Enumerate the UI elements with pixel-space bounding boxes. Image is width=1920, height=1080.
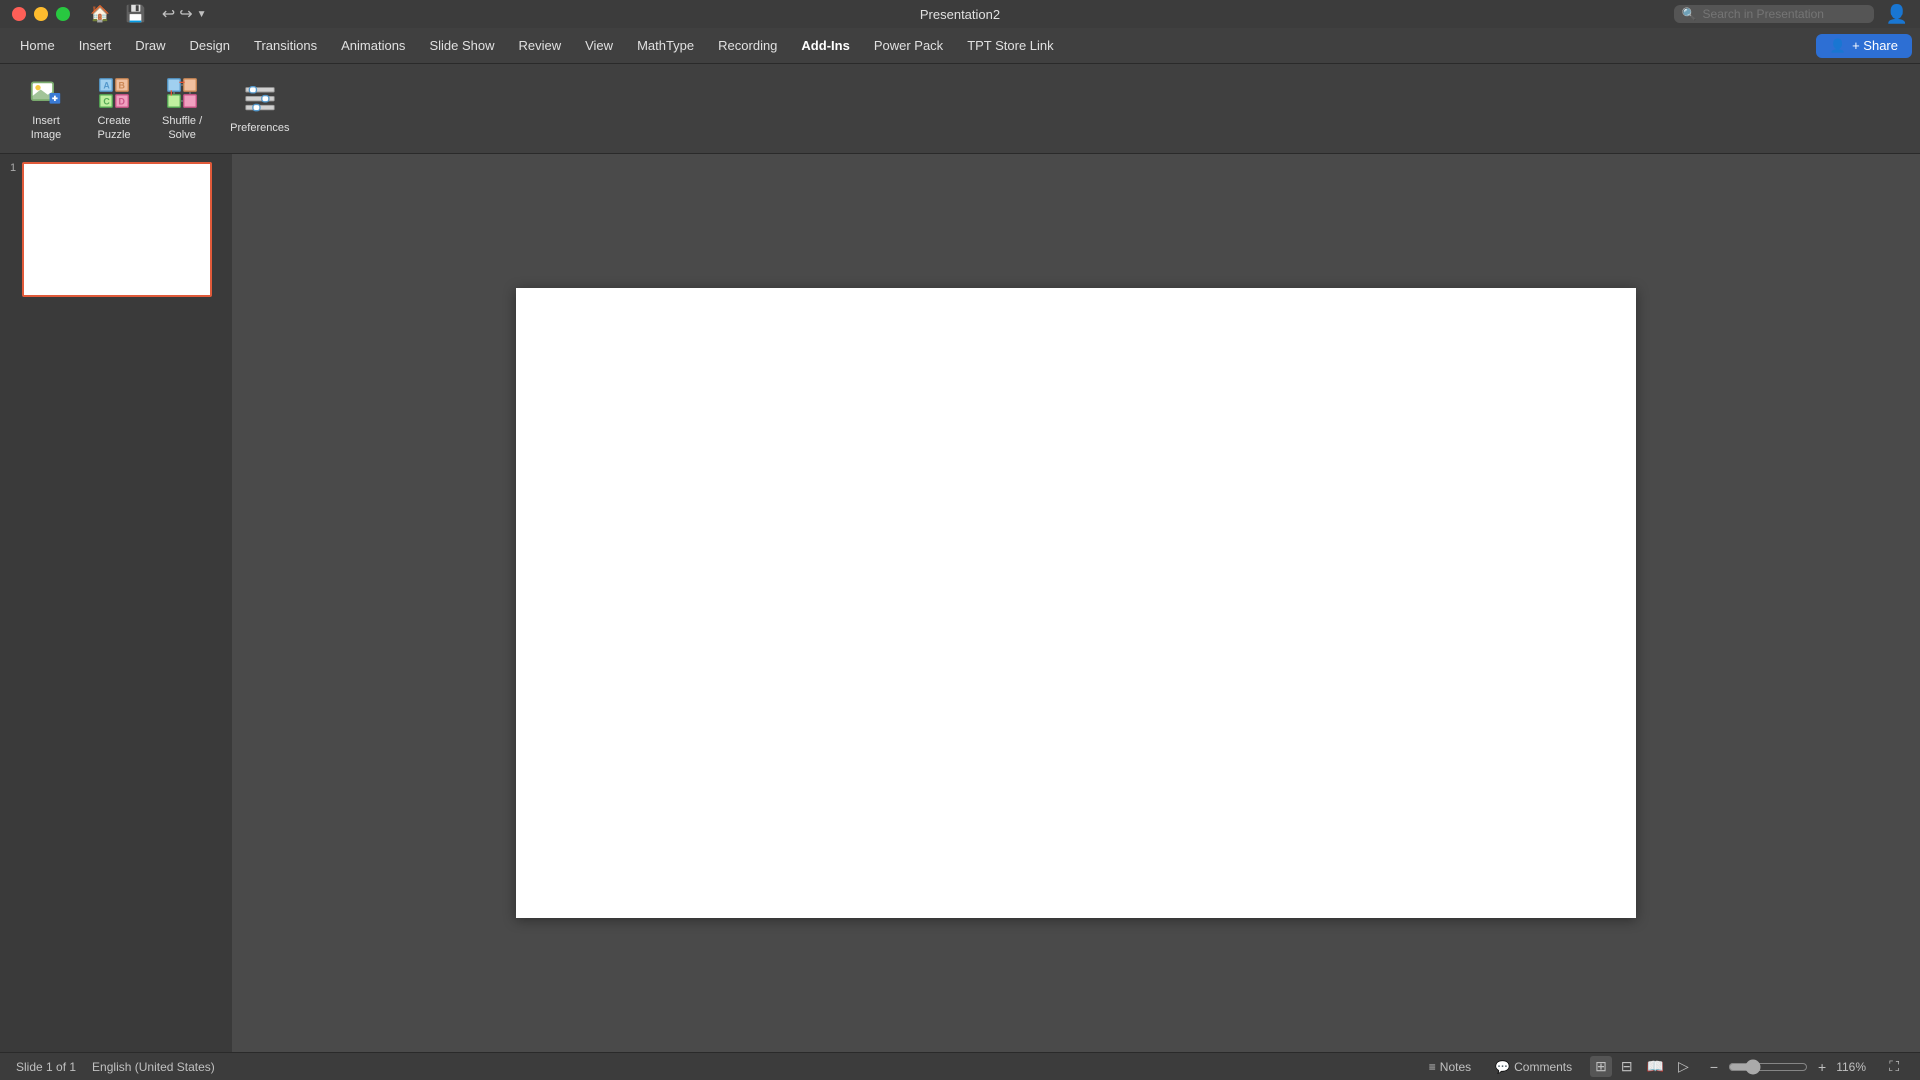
save-icon[interactable]: 💾 bbox=[126, 4, 146, 24]
svg-text:D: D bbox=[118, 97, 125, 107]
slide-panel: 1 bbox=[0, 154, 232, 1052]
shuffle-solve-label: Shuffle /Solve bbox=[162, 115, 202, 141]
menu-insert[interactable]: Insert bbox=[67, 34, 124, 57]
menu-recording[interactable]: Recording bbox=[706, 34, 789, 57]
undo-redo-group: ↩ ↪ ▼ bbox=[162, 4, 207, 24]
notes-label: Notes bbox=[1440, 1060, 1471, 1074]
share-button[interactable]: 👤 + Share bbox=[1816, 34, 1912, 58]
menu-mathtype[interactable]: MathType bbox=[625, 34, 706, 57]
notes-icon: ≡ bbox=[1429, 1060, 1436, 1074]
insert-image-label: InsertImage bbox=[31, 115, 62, 141]
fit-window-btn[interactable]: ⛶ bbox=[1884, 1056, 1904, 1077]
normal-view-btn[interactable]: ⊞ bbox=[1590, 1056, 1612, 1077]
insert-image-icon bbox=[28, 75, 64, 111]
search-input[interactable] bbox=[1703, 7, 1863, 21]
menu-bar: Home Insert Draw Design Transitions Anim… bbox=[0, 28, 1920, 64]
ribbon-insert-image[interactable]: InsertImage bbox=[16, 69, 76, 147]
comments-icon: 💬 bbox=[1495, 1060, 1510, 1074]
reading-view-btn[interactable]: 📖 bbox=[1642, 1056, 1669, 1077]
window-title: Presentation2 bbox=[920, 7, 1000, 22]
menu-slideshow[interactable]: Slide Show bbox=[417, 34, 506, 57]
maximize-button[interactable] bbox=[56, 7, 70, 21]
zoom-out-button[interactable]: − bbox=[1706, 1059, 1722, 1075]
presenter-view-btn[interactable]: ▷ bbox=[1673, 1056, 1694, 1077]
menu-home[interactable]: Home bbox=[8, 34, 67, 57]
close-button[interactable] bbox=[12, 7, 26, 21]
preferences-icon bbox=[242, 82, 278, 118]
menu-animations[interactable]: Animations bbox=[329, 34, 417, 57]
redo-icon[interactable]: ↪ bbox=[179, 4, 192, 24]
slide-canvas[interactable] bbox=[516, 288, 1636, 918]
undo-icon[interactable]: ↩ bbox=[162, 4, 175, 24]
minimize-button[interactable] bbox=[34, 7, 48, 21]
view-buttons: ⊞ ⊟ 📖 ▷ bbox=[1590, 1056, 1694, 1077]
slide-sorter-btn[interactable]: ⊟ bbox=[1616, 1056, 1638, 1077]
menu-view[interactable]: View bbox=[573, 34, 625, 57]
create-puzzle-icon: A B C D bbox=[96, 75, 132, 111]
slide-number: 1 bbox=[10, 162, 16, 174]
canvas-area bbox=[232, 154, 1920, 1052]
notes-button[interactable]: ≡ Notes bbox=[1423, 1058, 1477, 1076]
status-left: Slide 1 of 1 English (United States) bbox=[16, 1060, 215, 1074]
menu-transitions[interactable]: Transitions bbox=[242, 34, 329, 57]
title-bar-right: 🔍 👤 bbox=[1674, 4, 1908, 25]
menu-right: 👤 + Share bbox=[1816, 34, 1912, 58]
ribbon: InsertImage A B C D CreatePuzzle bbox=[0, 64, 1920, 154]
preferences-label: Preferences bbox=[230, 122, 289, 135]
search-icon: 🔍 bbox=[1682, 7, 1697, 21]
ribbon-preferences[interactable]: Preferences bbox=[220, 76, 299, 141]
comments-button[interactable]: 💬 Comments bbox=[1489, 1058, 1578, 1076]
create-puzzle-label: CreatePuzzle bbox=[97, 115, 130, 141]
language-info: English (United States) bbox=[92, 1060, 215, 1074]
share-icon: 👤 bbox=[1830, 38, 1846, 54]
undo-dropdown-icon[interactable]: ▼ bbox=[197, 9, 207, 20]
title-bar-icons: 🏠 💾 ↩ ↪ ▼ bbox=[90, 4, 207, 24]
menu-addins[interactable]: Add-Ins bbox=[789, 34, 861, 57]
svg-text:A: A bbox=[103, 81, 110, 91]
window-controls bbox=[12, 7, 70, 21]
svg-text:C: C bbox=[103, 97, 110, 107]
title-bar: 🏠 💾 ↩ ↪ ▼ Presentation2 🔍 👤 bbox=[0, 0, 1920, 28]
menu-design[interactable]: Design bbox=[178, 34, 242, 57]
status-right: ≡ Notes 💬 Comments ⊞ ⊟ 📖 ▷ − + 116% ⛶ bbox=[1423, 1056, 1904, 1077]
main-content: 1 bbox=[0, 154, 1920, 1052]
slide-thumbnail-1[interactable] bbox=[22, 162, 212, 297]
zoom-in-button[interactable]: + bbox=[1814, 1059, 1830, 1075]
menu-tptstorelink[interactable]: TPT Store Link bbox=[955, 34, 1065, 57]
svg-text:B: B bbox=[118, 81, 124, 91]
home-icon[interactable]: 🏠 bbox=[90, 4, 110, 24]
menu-draw[interactable]: Draw bbox=[123, 34, 177, 57]
slide-list-item: 1 bbox=[8, 162, 224, 297]
search-box[interactable]: 🔍 bbox=[1674, 5, 1874, 23]
status-bar: Slide 1 of 1 English (United States) ≡ N… bbox=[0, 1052, 1920, 1080]
ribbon-create-puzzle[interactable]: A B C D CreatePuzzle bbox=[84, 69, 144, 147]
zoom-slider[interactable] bbox=[1728, 1059, 1808, 1075]
shuffle-solve-icon bbox=[164, 75, 200, 111]
comments-label: Comments bbox=[1514, 1060, 1572, 1074]
zoom-level: 116% bbox=[1836, 1060, 1872, 1074]
ribbon-shuffle-solve[interactable]: Shuffle /Solve bbox=[152, 69, 212, 147]
slide-info: Slide 1 of 1 bbox=[16, 1060, 76, 1074]
menu-powerpack[interactable]: Power Pack bbox=[862, 34, 955, 57]
share-label: + Share bbox=[1852, 38, 1898, 53]
menu-review[interactable]: Review bbox=[506, 34, 573, 57]
user-icon[interactable]: 👤 bbox=[1886, 4, 1908, 25]
zoom-controls: − + 116% bbox=[1706, 1059, 1872, 1075]
